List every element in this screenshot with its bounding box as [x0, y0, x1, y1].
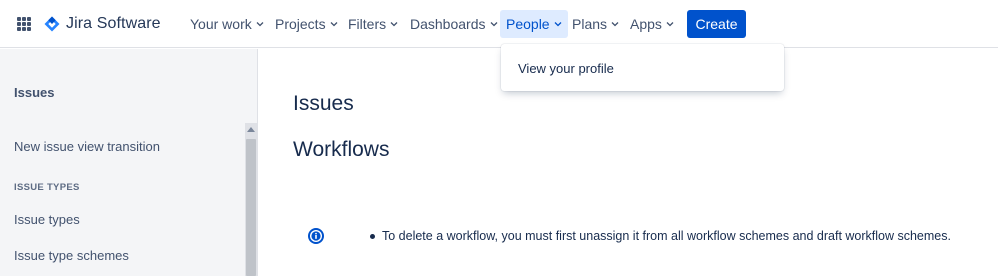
- chevron-down-icon: [554, 22, 562, 27]
- nav-filters[interactable]: Filters: [342, 10, 404, 38]
- nav-label: Projects: [275, 16, 326, 32]
- nav-projects[interactable]: Projects: [269, 10, 344, 38]
- chevron-down-icon: [256, 22, 264, 27]
- top-navigation: Jira Software Your work Projects Filters…: [0, 0, 998, 48]
- sidebar-item-issue-types[interactable]: Issue types: [14, 212, 80, 227]
- nav-label: People: [506, 16, 550, 32]
- chevron-down-icon: [611, 22, 619, 27]
- chevron-down-icon: [330, 22, 338, 27]
- bullet: [370, 233, 375, 239]
- people-dropdown-menu: View your profile: [501, 44, 784, 91]
- nav-label: Filters: [348, 16, 387, 32]
- create-button[interactable]: Create: [687, 10, 746, 38]
- chevron-down-icon: [390, 22, 398, 27]
- app-switcher-grid-icon[interactable]: [17, 17, 31, 31]
- nav-dashboards[interactable]: Dashboards: [404, 10, 504, 38]
- jira-diamond-icon: [44, 16, 60, 32]
- nav-your-work[interactable]: Your work: [184, 10, 270, 38]
- page-title: Issues: [293, 92, 354, 115]
- info-icon: [308, 228, 324, 244]
- admin-sidebar: Issues New issue view transition ISSUE T…: [0, 49, 258, 276]
- nav-plans[interactable]: Plans: [566, 10, 625, 38]
- menu-item-view-profile[interactable]: View your profile: [518, 61, 614, 76]
- notice-text: To delete a workflow, you must first una…: [382, 229, 951, 243]
- nav-people[interactable]: People: [500, 10, 568, 38]
- nav-label: Dashboards: [410, 16, 486, 32]
- workflow-delete-notice: To delete a workflow, you must first una…: [370, 229, 951, 243]
- nav-apps[interactable]: Apps: [624, 10, 680, 38]
- sidebar-item-new-issue-view-transition[interactable]: New issue view transition: [14, 139, 160, 154]
- sidebar-item-issue-type-schemes[interactable]: Issue type schemes: [14, 248, 129, 263]
- scroll-up-arrow-icon[interactable]: [247, 127, 255, 132]
- sidebar-heading: Issues: [14, 85, 55, 100]
- chevron-down-icon: [666, 22, 674, 27]
- section-title: Workflows: [293, 138, 390, 161]
- nav-label: Apps: [630, 16, 662, 32]
- chevron-down-icon: [490, 22, 497, 27]
- app-name: Jira Software: [66, 15, 161, 32]
- nav-label: Plans: [572, 16, 608, 32]
- sidebar-group-title: ISSUE TYPES: [14, 182, 80, 193]
- scrollbar-thumb[interactable]: [246, 139, 256, 276]
- nav-label: Your work: [190, 16, 252, 32]
- sidebar-scrollbar[interactable]: [245, 123, 257, 276]
- jira-logo[interactable]: Jira Software: [44, 14, 161, 34]
